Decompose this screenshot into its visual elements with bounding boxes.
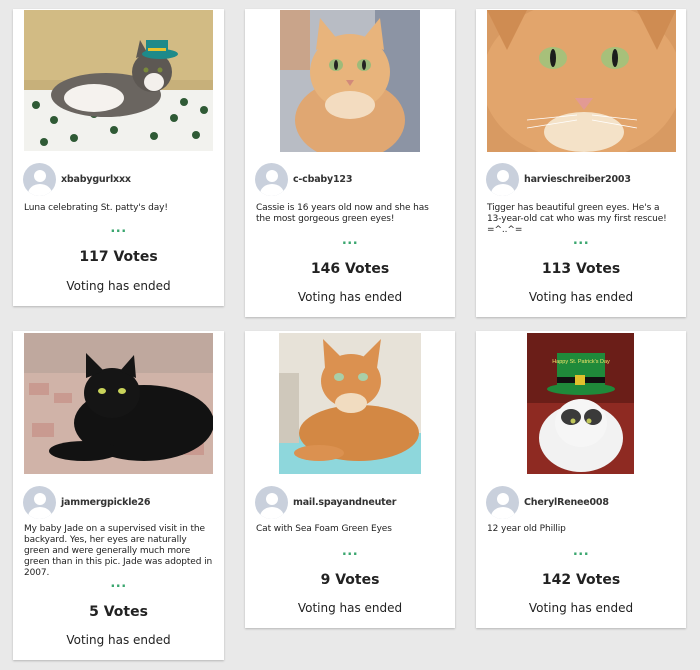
cat-photo-image: Happy St. Patrick's Day [527,333,634,474]
username: c-cbaby123 [293,174,353,185]
entry-user[interactable]: harvieschreiber2003 [486,163,631,196]
more-dots[interactable]: ... [245,544,455,559]
entry-photo[interactable] [280,10,420,152]
entry-photo[interactable] [279,333,421,474]
avatar [486,163,519,196]
voting-status: Voting has ended [297,601,403,615]
more-dots[interactable]: ... [476,544,686,559]
avatar [486,486,519,519]
entry-user[interactable]: jammergpickle26 [23,486,151,519]
vote-count: 5 Votes [89,604,148,620]
entry-card: harvieschreiber2003 Tigger has beautiful… [476,9,686,317]
entry-caption: Tigger has beautiful green eyes. He's a … [487,203,667,235]
vote-count: 9 Votes [320,572,380,588]
entry-card: jammergpickle26 My baby Jade on a superv… [13,331,224,660]
entry-card: mail.spayandneuter Cat with Sea Foam Gre… [245,331,455,628]
entry-user[interactable]: mail.spayandneuter [255,486,396,519]
username: harvieschreiber2003 [524,174,631,185]
entry-card: c-cbaby123 Cassie is 16 years old now an… [245,9,455,317]
vote-count: 146 Votes [310,261,390,277]
more-dots[interactable]: ... [13,221,224,236]
vote-count: 117 Votes [79,249,158,265]
cat-photo-image [24,333,213,474]
entry-caption: 12 year old Phillip [487,524,566,534]
entry-photo[interactable] [24,10,213,151]
username: CherylRenee008 [524,497,609,508]
username: jammergpickle26 [61,497,151,508]
avatar [255,163,288,196]
username: xbabygurlxxx [61,174,131,185]
voting-status: Voting has ended [66,633,171,647]
entry-user[interactable]: CherylRenee008 [486,486,609,519]
entry-user[interactable]: c-cbaby123 [255,163,352,196]
entry-photo[interactable] [487,10,676,152]
more-dots[interactable]: ... [476,233,686,248]
voting-status: Voting has ended [66,279,171,293]
more-dots[interactable]: ... [245,233,455,248]
cat-photo-image [280,10,420,152]
avatar [23,163,56,196]
cat-photo-image [24,10,213,151]
entry-photo[interactable] [24,333,213,474]
entry-caption: Luna celebrating St. patty's day! [24,203,168,213]
avatar [23,486,56,519]
cat-photo-image [279,333,421,474]
entry-caption: My baby Jade on a supervised visit in th… [24,524,213,578]
username: mail.spayandneuter [293,497,397,508]
entry-user[interactable]: xbabygurlxxx [23,163,131,196]
voting-status: Voting has ended [528,601,634,615]
voting-status: Voting has ended [297,290,403,304]
hat-text: Happy St. Patrick's Day [552,359,610,365]
entry-photo[interactable]: Happy St. Patrick's Day [527,333,634,474]
more-dots[interactable]: ... [13,576,224,591]
entry-caption: Cat with Sea Foam Green Eyes [256,524,392,534]
voting-status: Voting has ended [528,290,634,304]
entry-card: xbabygurlxxx Luna celebrating St. patty'… [13,9,224,306]
vote-count: 142 Votes [541,572,621,588]
avatar [255,486,288,519]
vote-count: 113 Votes [541,261,621,277]
entry-card: Happy St. Patrick's Day CherylRenee008 1… [476,331,686,628]
cat-photo-image [487,10,676,152]
entry-caption: Cassie is 16 years old now and she has t… [256,203,429,224]
